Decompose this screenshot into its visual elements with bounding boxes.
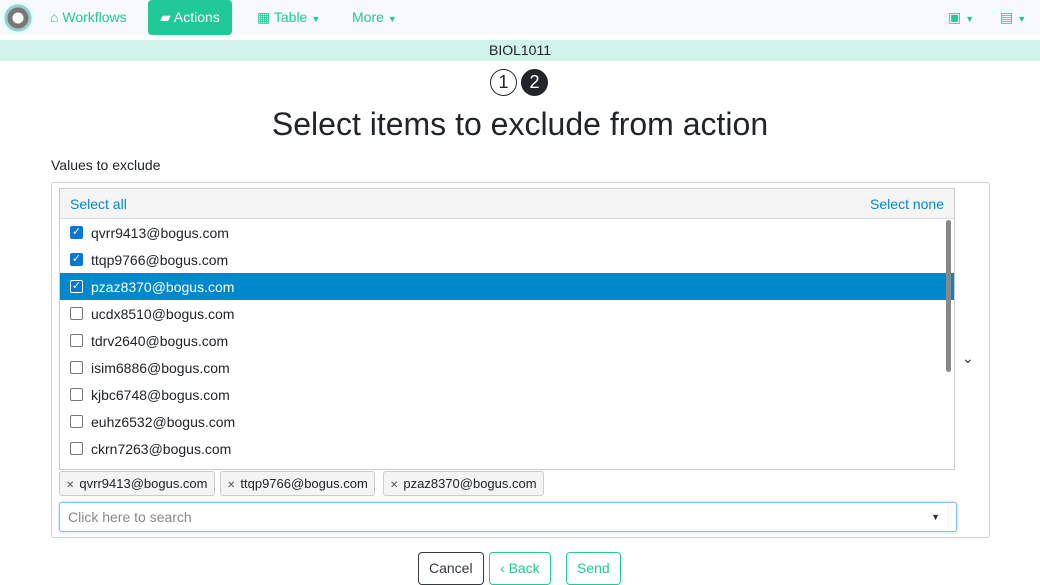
search-input[interactable]: Click here to search ▼	[59, 502, 957, 532]
checkbox[interactable]	[70, 334, 83, 347]
docs-menu[interactable]: ▤ ▼	[988, 0, 1038, 35]
home-icon: ⌂	[50, 9, 63, 25]
checkbox[interactable]	[70, 361, 83, 374]
caret-down-icon: ▼	[1017, 14, 1027, 24]
select-all-link[interactable]: Select all	[70, 196, 127, 212]
remove-icon[interactable]: ✕	[227, 480, 235, 491]
list-item[interactable]: ckrn7263@bogus.com	[60, 435, 954, 462]
tag-label: ttqp9766@bogus.com	[240, 476, 368, 491]
comment-icon: ▰	[160, 9, 174, 25]
field-label: Values to exclude	[51, 157, 161, 173]
step-indicator: 1 2	[490, 69, 548, 96]
navbar: ⌂ Workflows ▰ Actions ▦ Table ▼ More ▼ ▣ ▼ …	[0, 0, 1040, 35]
list-item[interactable]: ✓ qvrr9413@bogus.com	[60, 219, 954, 246]
logo[interactable]	[2, 2, 34, 34]
scrollbar[interactable]	[946, 220, 951, 372]
remove-icon[interactable]: ✕	[66, 480, 74, 491]
values-list[interactable]: Select all Select none ✓ qvrr9413@bogus.c…	[59, 188, 955, 470]
checkbox[interactable]: ✓	[70, 253, 83, 266]
nav-label: Table	[273, 9, 308, 25]
item-label: tdrv2640@bogus.com	[91, 332, 229, 349]
select-none-link[interactable]: Select none	[870, 196, 944, 212]
item-label: pzaz8370@bogus.com	[91, 278, 235, 295]
selected-tag: ✕ ttqp9766@bogus.com	[220, 471, 375, 496]
list-header: Select all Select none	[60, 189, 954, 219]
caret-down-icon: ▼	[965, 14, 975, 24]
caret-down-icon: ▼	[387, 14, 397, 24]
tag-label: qvrr9413@bogus.com	[79, 476, 208, 491]
checkbox[interactable]	[70, 442, 83, 455]
list-item[interactable]: euhz6532@bogus.com	[60, 408, 954, 435]
nav-table[interactable]: ▦ Table ▼	[245, 0, 332, 35]
item-label: ucdx8510@bogus.com	[91, 305, 235, 322]
nav-workflows[interactable]: ⌂ Workflows	[38, 0, 139, 35]
caret-down-icon[interactable]: ▼	[931, 503, 940, 531]
chevron-left-icon: ‹	[500, 560, 509, 576]
checkbox[interactable]	[70, 307, 83, 320]
item-label: qvrr9413@bogus.com	[91, 224, 229, 241]
table-icon: ▦	[257, 9, 274, 25]
list-item[interactable]: tdrv2640@bogus.com	[60, 327, 954, 354]
user-icon: ▣	[948, 9, 962, 25]
nav-label: Workflows	[62, 9, 127, 25]
list-item[interactable]: isim6886@bogus.com	[60, 354, 954, 381]
nav-more[interactable]: More ▼	[340, 0, 409, 35]
search-placeholder: Click here to search	[68, 509, 192, 525]
selected-tag: ✕ pzaz8370@bogus.com	[383, 471, 544, 496]
item-label: euhz6532@bogus.com	[91, 413, 236, 430]
user-menu[interactable]: ▣ ▼	[936, 0, 986, 35]
item-label: ckrn7263@bogus.com	[91, 440, 232, 457]
back-label: Back	[508, 560, 540, 576]
nav-label: Actions	[173, 9, 220, 25]
caret-down-icon: ▼	[311, 14, 321, 24]
list-item[interactable]: ucdx8510@bogus.com	[60, 300, 954, 327]
list-item[interactable]: kjbc6748@bogus.com	[60, 381, 954, 408]
checkbox[interactable]	[70, 415, 83, 428]
nav-actions[interactable]: ▰ Actions	[148, 0, 232, 35]
chevron-down-icon[interactable]: ⌄	[962, 350, 974, 367]
checkbox[interactable]: ✓	[70, 280, 83, 293]
item-label: isim6886@bogus.com	[91, 359, 230, 376]
cancel-button[interactable]: Cancel	[418, 552, 484, 585]
list-item[interactable]: ✓ pzaz8370@bogus.com	[60, 273, 954, 300]
step-2: 2	[521, 69, 548, 96]
checkbox[interactable]	[70, 388, 83, 401]
item-label: kjbc6748@bogus.com	[91, 386, 230, 403]
item-label: ttqp9766@bogus.com	[91, 251, 229, 268]
selected-tag: ✕ qvrr9413@bogus.com	[59, 471, 215, 496]
list-item[interactable]: ✓ ttqp9766@bogus.com	[60, 246, 954, 273]
tag-label: pzaz8370@bogus.com	[403, 476, 537, 491]
nav-label: More	[352, 9, 384, 25]
step-1: 1	[490, 69, 517, 96]
back-button[interactable]: ‹ Back	[489, 552, 551, 585]
remove-icon[interactable]: ✕	[390, 480, 398, 491]
page-title: Select items to exclude from action	[271, 106, 769, 142]
course-name: BIOL1011	[0, 40, 1040, 61]
checkbox[interactable]: ✓	[70, 226, 83, 239]
send-button[interactable]: Send	[566, 552, 621, 585]
book-icon: ▤	[1000, 9, 1014, 25]
